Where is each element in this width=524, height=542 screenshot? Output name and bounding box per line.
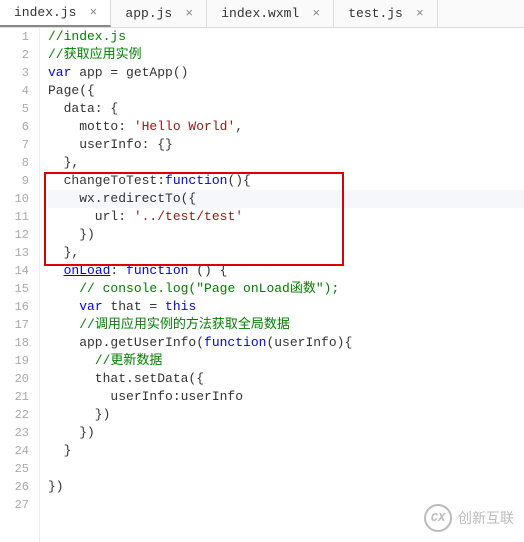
line-number: 25 [0, 460, 29, 478]
line-number: 11 [0, 208, 29, 226]
code-line: //index.js [48, 28, 524, 46]
line-number: 4 [0, 82, 29, 100]
line-number: 20 [0, 370, 29, 388]
code-line: var app = getApp() [48, 64, 524, 82]
line-number: 14 [0, 262, 29, 280]
line-gutter: 1 2 3 4 5 6 7 8 9 10 11 12 13 14 15 16 1… [0, 28, 40, 542]
code-line: }) [48, 226, 524, 244]
tab-label: index.wxml [221, 6, 299, 21]
line-number: 1 [0, 28, 29, 46]
tab-label: test.js [348, 6, 403, 21]
close-icon[interactable]: × [88, 5, 98, 20]
tab-index-wxml[interactable]: index.wxml × [207, 0, 334, 27]
line-number: 24 [0, 442, 29, 460]
line-number: 23 [0, 424, 29, 442]
line-number: 6 [0, 118, 29, 136]
line-number: 18 [0, 334, 29, 352]
line-number: 19 [0, 352, 29, 370]
line-number: 9 [0, 172, 29, 190]
tab-test-js[interactable]: test.js × [334, 0, 438, 27]
tab-bar: index.js × app.js × index.wxml × test.js… [0, 0, 524, 28]
tab-label: index.js [14, 5, 76, 20]
code-line: //调用应用实例的方法获取全局数据 [48, 316, 524, 334]
code-line: onLoad: function () { [48, 262, 524, 280]
code-line: url: '../test/test' [48, 208, 524, 226]
line-number: 2 [0, 46, 29, 64]
line-number: 15 [0, 280, 29, 298]
code-line: motto: 'Hello World', [48, 118, 524, 136]
code-line: changeToTest:function(){ [48, 172, 524, 190]
code-line: Page({ [48, 82, 524, 100]
line-number: 8 [0, 154, 29, 172]
code-line: that.setData({ [48, 370, 524, 388]
watermark-logo-icon: CX [424, 504, 452, 532]
watermark: CX 创新互联 [424, 504, 514, 532]
close-icon[interactable]: × [184, 6, 194, 21]
code-line: //获取应用实例 [48, 46, 524, 64]
line-number: 3 [0, 64, 29, 82]
line-number: 13 [0, 244, 29, 262]
close-icon[interactable]: × [415, 6, 425, 21]
watermark-text: 创新互联 [458, 508, 514, 528]
line-number: 12 [0, 226, 29, 244]
code-line: }, [48, 244, 524, 262]
line-number: 27 [0, 496, 29, 514]
code-line [48, 460, 524, 478]
tab-index-js[interactable]: index.js × [0, 0, 111, 27]
code-area[interactable]: //index.js //获取应用实例 var app = getApp() P… [40, 28, 524, 542]
close-icon[interactable]: × [311, 6, 321, 21]
code-line: var that = this [48, 298, 524, 316]
code-line: }) [48, 478, 524, 496]
code-line: }) [48, 406, 524, 424]
code-line: wx.redirectTo({ [48, 190, 524, 208]
line-number: 16 [0, 298, 29, 316]
line-number: 21 [0, 388, 29, 406]
line-number: 17 [0, 316, 29, 334]
code-line: userInfo:userInfo [48, 388, 524, 406]
line-number: 10 [0, 190, 29, 208]
code-line: userInfo: {} [48, 136, 524, 154]
editor: 1 2 3 4 5 6 7 8 9 10 11 12 13 14 15 16 1… [0, 28, 524, 542]
line-number: 22 [0, 406, 29, 424]
line-number: 5 [0, 100, 29, 118]
code-line: }, [48, 154, 524, 172]
line-number: 26 [0, 478, 29, 496]
tab-label: app.js [125, 6, 172, 21]
line-number: 7 [0, 136, 29, 154]
code-line: } [48, 442, 524, 460]
tab-app-js[interactable]: app.js × [111, 0, 207, 27]
code-line: }) [48, 424, 524, 442]
code-line: //更新数据 [48, 352, 524, 370]
code-line: data: { [48, 100, 524, 118]
code-line: // console.log("Page onLoad函数"); [48, 280, 524, 298]
code-line: app.getUserInfo(function(userInfo){ [48, 334, 524, 352]
